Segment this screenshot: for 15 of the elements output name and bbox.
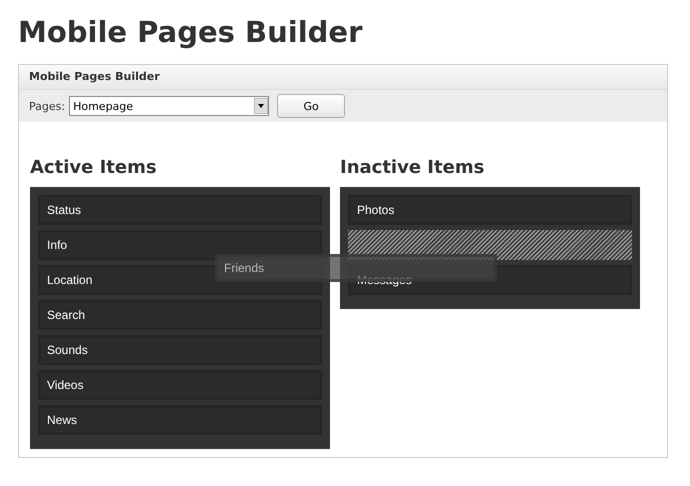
column-heading: Active Items xyxy=(30,156,158,180)
list-item[interactable]: Status xyxy=(38,195,322,225)
list-item[interactable]: Sounds xyxy=(38,335,322,365)
go-button[interactable]: Go xyxy=(277,94,346,118)
page-title: Mobile Pages Builder xyxy=(18,14,364,50)
list-item[interactable]: Videos xyxy=(38,370,322,400)
column-heading: Inactive Items xyxy=(340,156,486,180)
list-item[interactable]: Photos xyxy=(348,195,632,225)
pages-label: Pages: xyxy=(29,100,66,112)
list-item[interactable]: Search xyxy=(38,300,322,330)
pages-select[interactable]: Homepage xyxy=(69,96,270,116)
dropdown-arrow-icon xyxy=(254,98,268,114)
list-item[interactable]: News xyxy=(38,405,322,435)
list-item[interactable]: Info xyxy=(38,230,322,260)
panel-title: Mobile Pages Builder xyxy=(19,65,667,90)
